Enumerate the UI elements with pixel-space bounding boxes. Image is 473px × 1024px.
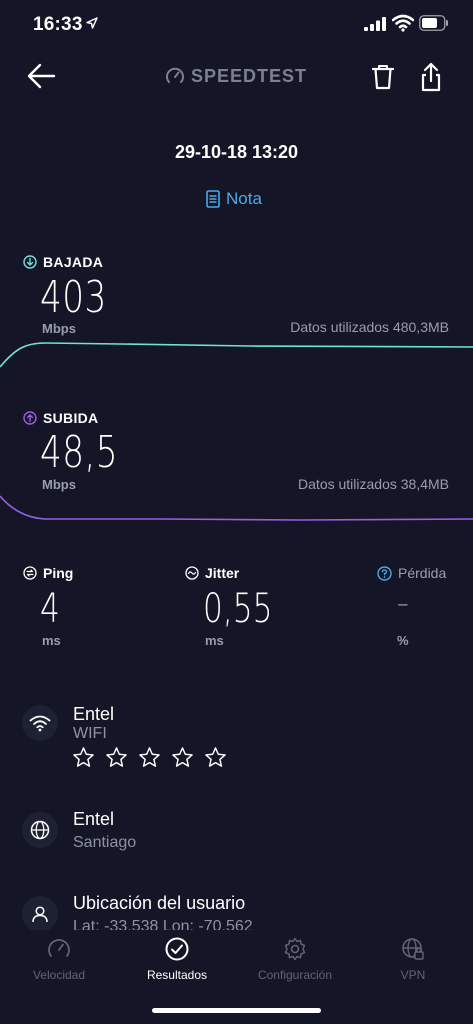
jitter-unit: ms <box>205 633 224 648</box>
rating-star-icon[interactable] <box>204 746 227 769</box>
upload-label-text: SUBIDA <box>43 410 99 426</box>
download-speed-value: 403 <box>40 272 107 323</box>
ping-icon <box>23 566 37 580</box>
battery-icon <box>419 15 448 31</box>
server-city: Santiago <box>73 834 137 851</box>
wifi-status-icon <box>392 14 414 32</box>
packet-loss-value: – <box>397 586 409 621</box>
share-button[interactable] <box>417 61 445 93</box>
app-title-text: SPEEDTEST <box>191 65 308 86</box>
app-title: SPEEDTEST <box>165 64 307 88</box>
globe-icon <box>30 820 50 840</box>
note-icon <box>206 190 220 208</box>
gear-icon <box>284 937 306 961</box>
upload-arrow-icon <box>23 411 37 425</box>
tab-label: Configuración <box>257 968 333 982</box>
download-graph <box>0 342 473 368</box>
check-circle-icon <box>165 937 189 961</box>
cellular-signal-icon <box>364 17 386 31</box>
user-location-badge <box>22 896 58 932</box>
provider-rating[interactable] <box>72 746 227 769</box>
rating-star-icon[interactable] <box>171 746 194 769</box>
result-date: 29-10-18 13:20 <box>174 142 299 162</box>
status-time: 16:33 <box>33 14 83 35</box>
user-location-title: Ubicación del usuario <box>73 893 246 913</box>
upload-label: SUBIDA <box>23 410 98 426</box>
tab-resultados[interactable]: Resultados <box>118 936 236 982</box>
jitter-icon <box>185 566 199 580</box>
speedtest-result-screen: 16:33 SPEEDTEST 29-10-18 13:20 Nota BAJA… <box>0 0 473 1024</box>
ping-unit: ms <box>42 633 61 648</box>
upload-speed-value: 48,5 <box>40 427 118 478</box>
ping-value: 4 <box>40 586 60 632</box>
packet-loss-label[interactable]: Pérdida <box>377 565 446 581</box>
packet-loss-label-text: Pérdida <box>398 565 447 581</box>
rating-star-icon[interactable] <box>105 746 128 769</box>
jitter-value: 0,55 <box>203 586 273 632</box>
upload-graph <box>0 495 473 521</box>
wifi-icon <box>29 715 51 732</box>
tab-configuracion[interactable]: Configuración <box>236 936 354 982</box>
rating-star-icon[interactable] <box>72 746 95 769</box>
download-speed-unit: Mbps <box>42 321 76 336</box>
location-arrow-icon <box>86 17 98 29</box>
status-bar: 16:33 <box>0 0 473 50</box>
download-arrow-icon <box>23 255 37 269</box>
user-icon <box>32 906 48 923</box>
jitter-label-text: Jitter <box>205 565 240 581</box>
jitter-label: Jitter <box>185 565 239 581</box>
tab-velocidad[interactable]: Velocidad <box>0 936 118 982</box>
download-label: BAJADA <box>23 254 103 270</box>
server-globe-badge <box>22 812 58 848</box>
note-label: Nota <box>226 189 262 208</box>
packet-loss-unit: % <box>397 633 409 648</box>
tab-label: Resultados <box>146 968 208 982</box>
home-indicator[interactable] <box>152 1008 321 1013</box>
tab-label: VPN <box>400 968 426 982</box>
wifi-connection-icon <box>22 705 58 741</box>
download-label-text: BAJADA <box>43 254 104 270</box>
network-provider: Entel <box>73 704 115 724</box>
header: SPEEDTEST <box>0 52 473 100</box>
help-icon[interactable] <box>377 565 392 581</box>
download-data-used: Datos utilizados 480,3MB <box>290 319 449 335</box>
speedtest-gauge-icon <box>166 67 184 83</box>
server-name: Entel <box>73 809 115 829</box>
gauge-icon <box>48 939 70 957</box>
trash-button[interactable] <box>369 62 397 92</box>
network-type: WIFI <box>73 725 107 742</box>
rating-star-icon[interactable] <box>138 746 161 769</box>
vpn-globe-icon <box>402 938 424 960</box>
ping-label-text: Ping <box>43 565 74 581</box>
ping-label: Ping <box>23 565 73 581</box>
tab-label: Velocidad <box>32 968 86 982</box>
tab-vpn[interactable]: VPN <box>354 936 472 982</box>
note-button[interactable]: Nota <box>206 189 262 209</box>
back-arrow-button[interactable] <box>26 62 58 90</box>
